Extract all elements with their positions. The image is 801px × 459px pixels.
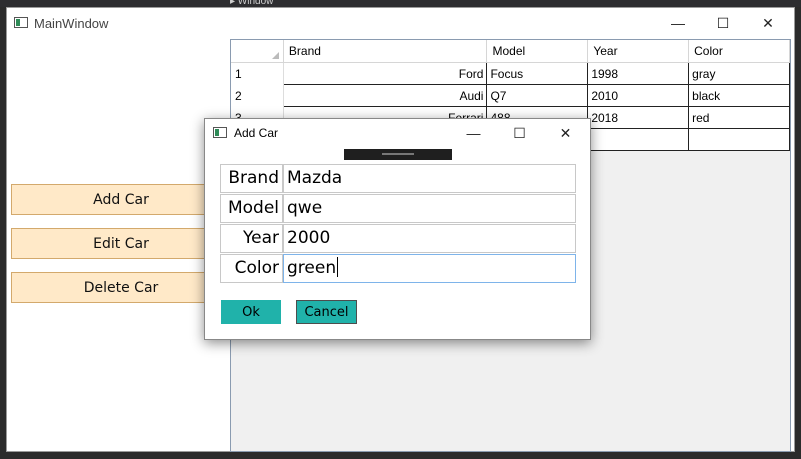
color-field-value: green (287, 258, 337, 278)
cell-year[interactable]: 2018 (587, 106, 690, 129)
add-car-dialog: Add Car — ☐ ✕ Brand Mazda Model qwe Year… (204, 118, 591, 340)
year-label: Year (220, 224, 283, 253)
drag-handle[interactable] (344, 149, 452, 160)
column-header-year[interactable]: Year (587, 40, 690, 63)
model-field[interactable]: qwe (283, 194, 576, 223)
cancel-button[interactable]: Cancel (296, 300, 357, 324)
brand-label: Brand (220, 164, 283, 193)
cell-color[interactable]: gray (688, 62, 790, 85)
cell-year[interactable] (587, 128, 690, 151)
cell-year[interactable]: 2010 (587, 84, 690, 107)
window-icon (213, 127, 227, 138)
column-header-color[interactable]: Color (688, 40, 790, 63)
grid-header-row: Brand Model Year Color (231, 40, 790, 63)
table-row[interactable]: 1 Ford Focus 1998 gray (231, 62, 790, 85)
close-button[interactable]: ✕ (745, 8, 791, 38)
minimize-button[interactable]: — (655, 8, 701, 38)
select-all-corner[interactable] (231, 40, 284, 63)
ide-tab-label: ▸ Window (230, 0, 274, 7)
delete-car-button[interactable]: Delete Car (11, 272, 231, 303)
dialog-title: Add Car (234, 126, 279, 140)
edit-car-button[interactable]: Edit Car (11, 228, 231, 259)
table-row[interactable]: 2 Audi Q7 2010 black (231, 84, 790, 107)
form-row-year: Year 2000 (220, 224, 577, 253)
text-caret (337, 257, 339, 277)
color-field[interactable]: green (283, 254, 576, 283)
ide-top-bar (0, 0, 801, 7)
form-row-color: Color green (220, 254, 577, 283)
main-window-title: MainWindow (34, 16, 109, 31)
form-row-brand: Brand Mazda (220, 164, 577, 193)
model-label: Model (220, 194, 283, 223)
row-header[interactable]: 1 (231, 62, 284, 85)
cell-brand[interactable]: Audi (282, 84, 488, 107)
column-header-model[interactable]: Model (486, 40, 589, 63)
row-header[interactable]: 2 (231, 84, 284, 107)
color-label: Color (220, 254, 283, 283)
maximize-button[interactable]: ☐ (700, 8, 746, 38)
cell-color[interactable] (688, 128, 790, 151)
cell-model[interactable]: Q7 (486, 84, 589, 107)
cell-model[interactable]: Focus (486, 62, 589, 85)
column-header-brand[interactable]: Brand (283, 40, 488, 63)
ok-button[interactable]: Ok (221, 300, 281, 324)
cell-color[interactable]: black (688, 84, 790, 107)
main-title-bar[interactable]: MainWindow — ☐ ✕ (7, 8, 794, 38)
form-row-model: Model qwe (220, 194, 577, 223)
minimize-button[interactable]: — (451, 119, 496, 147)
close-button[interactable]: ✕ (543, 119, 588, 147)
brand-field[interactable]: Mazda (283, 164, 576, 193)
maximize-button[interactable]: ☐ (497, 119, 542, 147)
cell-color[interactable]: red (688, 106, 790, 129)
cell-brand[interactable]: Ford (282, 62, 488, 85)
year-field[interactable]: 2000 (283, 224, 576, 253)
add-car-button[interactable]: Add Car (11, 184, 231, 215)
window-icon (14, 17, 28, 28)
cell-year[interactable]: 1998 (587, 62, 690, 85)
